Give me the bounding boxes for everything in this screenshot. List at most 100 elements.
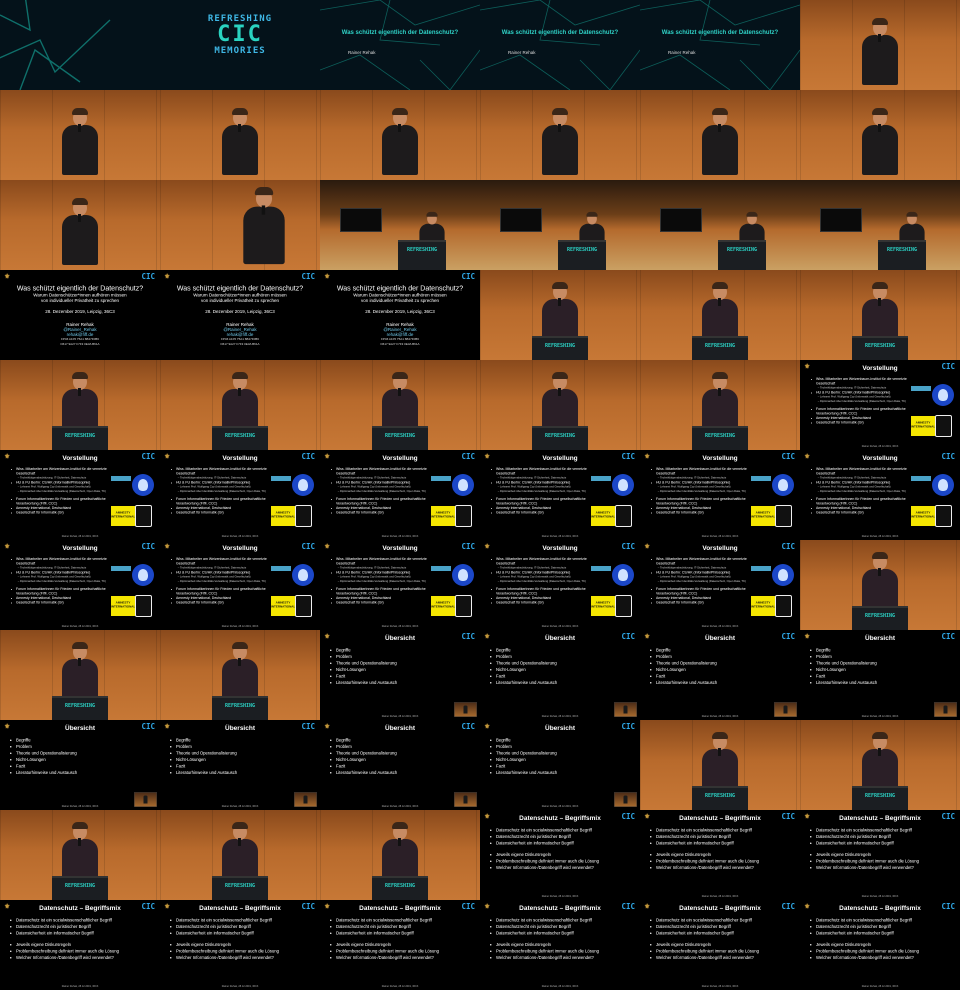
ccc-logo-icon: CIC — [301, 272, 315, 281]
begriffsmix-slide-frame: ⚜ CIC Datenschutz – Begriffsmix Datensch… — [320, 900, 480, 990]
lectern-label: REFRESHING — [224, 703, 256, 709]
fiff-badge-icon — [132, 474, 154, 496]
list-item: Wiss. Mitarbeiter am Weizenbaum-Institut… — [656, 557, 751, 566]
intro-frame-title: Was schützt eigentlich der Datenschutz? … — [480, 0, 640, 90]
amnesty-logo-icon: AMNESTY INTERNATIONAL — [591, 506, 615, 526]
ccc-logo-icon: CIC — [461, 272, 475, 281]
list-item: Wiss. Mitarbeiter am Weizenbaum-Institut… — [816, 377, 911, 386]
slide-title: Vorstellung — [862, 454, 898, 462]
lectern-label: REFRESHING — [886, 247, 918, 253]
list-item: Gesellschaft für Informatik (GI) — [176, 601, 271, 606]
lectern-label: REFRESHING — [864, 793, 896, 799]
slide-title: Datenschutz – Begriffsmix — [679, 904, 761, 912]
talk-author: Rainer Rehak — [668, 50, 696, 55]
amnesty-logo-icon: AMNESTY INTERNATIONAL — [271, 506, 295, 526]
speaker — [241, 187, 287, 265]
lectern: REFRESHING — [852, 606, 908, 630]
microphone-icon — [78, 658, 81, 666]
slide-title: Vorstellung — [382, 544, 418, 552]
lectern: REFRESHING — [212, 426, 268, 450]
list-item: Forum InformatikerInnen für Frieden und … — [656, 497, 751, 506]
list-item: Datensicherheit ein informatischer Begri… — [496, 840, 599, 847]
fiff-badge-icon — [772, 474, 794, 496]
intro-frame-dark — [0, 0, 160, 90]
speaker — [60, 108, 100, 175]
amnesty-logo-icon: AMNESTY INTERNATIONAL — [911, 506, 935, 526]
lectern: REFRESHING — [852, 786, 908, 810]
slide-bullets: Wiss. Mitarbeiter am Weizenbaum-Institut… — [811, 377, 911, 425]
list-item: Forum InformatikerInnen für Frieden und … — [176, 497, 271, 506]
list-item: Welcher Informations-/Datenbegriff wird … — [656, 955, 759, 962]
amnesty-logo-icon: AMNESTY INTERNATIONAL — [111, 596, 135, 616]
intro-frame-title: Was schützt eigentlich der Datenschutz? … — [640, 0, 800, 90]
organization-logos: AMNESTY INTERNATIONAL — [271, 474, 316, 529]
lectern: REFRESHING — [692, 336, 748, 360]
microphone-icon — [78, 838, 81, 846]
fiff-badge-icon — [292, 474, 314, 496]
list-item: Literaturhinweise und Austausch — [336, 680, 397, 687]
slide-bullets: Datenschutz ist ein sozialwissenschaftli… — [651, 827, 759, 871]
gi-logo-icon — [935, 505, 952, 527]
microphone-icon — [238, 838, 241, 846]
microphone-icon — [78, 124, 81, 132]
stage-wide-frame: REFRESHING — [640, 180, 800, 270]
gi-logo-icon — [455, 595, 472, 617]
list-item: Forum InformatikerInnen für Frieden und … — [16, 587, 111, 596]
list-item: Diplomarbeit über Identitäts-Verwaltung … — [500, 490, 595, 495]
begriffsmix-slide-frame: ⚜ CIC Datenschutz – Begriffsmix Datensch… — [160, 900, 320, 990]
list-item: Datensicherheit ein informatischer Begri… — [816, 840, 919, 847]
slide-bullets: Wiss. Mitarbeiter am Weizenbaum-Institut… — [651, 557, 751, 605]
organization-logos: AMNESTY INTERNATIONAL — [751, 474, 796, 529]
organization-logos: AMNESTY INTERNATIONAL — [271, 564, 316, 619]
slide-author-block: Rainer Rehak @Rainer_Rehak rehak@fiff.de… — [320, 322, 480, 347]
slide-bullets: Datenschutz ist ein sozialwissenschaftli… — [331, 917, 439, 961]
amnesty-logo-icon: AMNESTY INTERNATIONAL — [751, 596, 775, 616]
organization-logos: AMNESTY INTERNATIONAL — [111, 474, 156, 529]
slide-footer: Rainer Rehak, 28.12.2019, 36C3 — [541, 895, 579, 898]
list-item: Literaturhinweise und Austausch — [496, 770, 557, 777]
speaker-podium-frame: REFRESHING — [160, 360, 320, 450]
slide-bullets: Wiss. Mitarbeiter am Weizenbaum-Institut… — [331, 557, 431, 605]
gi-logo-icon — [295, 505, 312, 527]
list-item: Diplomarbeit über Identitäts-Verwaltung … — [180, 490, 275, 495]
list-item: Gesellschaft für Informatik (GI) — [336, 511, 431, 516]
slide-title: Vorstellung — [542, 454, 578, 462]
pgp-key-line-2: D617 9A27 F7F3 0E3A B61A — [220, 343, 260, 346]
uebersicht-slide-frame: ⚜ CIC Übersicht Begriffe Problem Theorie… — [640, 630, 800, 720]
list-item: Forum InformatikerInnen für Frieden und … — [496, 497, 591, 506]
slide-bullets: Datenschutz ist ein sozialwissenschaftli… — [811, 917, 919, 961]
microphone-icon — [398, 838, 401, 846]
microphone-icon — [261, 205, 266, 215]
microphone-icon — [78, 214, 81, 222]
lectern: REFRESHING — [852, 336, 908, 360]
list-item: Wiss. Mitarbeiter am Weizenbaum-Institut… — [336, 467, 431, 476]
slide-footer: Rainer Rehak, 28.12.2019, 36C3 — [221, 985, 259, 988]
list-item: Forum InformatikerInnen für Frieden und … — [16, 497, 111, 506]
lectern-label: REFRESHING — [544, 343, 576, 349]
slide-bullets: Wiss. Mitarbeiter am Weizenbaum-Institut… — [11, 557, 111, 605]
uebersicht-slide-frame: ⚜ CIC Übersicht Begriffe Problem Theorie… — [480, 720, 640, 810]
gi-logo-icon — [775, 595, 792, 617]
slide-title: Was schützt eigentlich der Datenschutz? — [336, 284, 464, 292]
microphone-icon — [78, 388, 81, 396]
list-item: Diplomarbeit über Identitäts-Verwaltung … — [820, 400, 915, 405]
list-item: Wiss. Mitarbeiter am Weizenbaum-Institut… — [816, 467, 911, 476]
slide-title: Vorstellung — [702, 454, 738, 462]
slide-title: Vorstellung — [702, 544, 738, 552]
slide-bullets: Wiss. Mitarbeiter am Weizenbaum-Institut… — [811, 467, 911, 515]
speaker-podium-frame: REFRESHING — [160, 810, 320, 900]
vorstellung-slide-frame: ⚜ CIC Vorstellung Wiss. Mitarbeiter am W… — [160, 540, 320, 630]
lectern: REFRESHING — [718, 240, 766, 270]
begriffsmix-slide-frame: ⚜ CIC Datenschutz – Begriffsmix Datensch… — [640, 810, 800, 900]
microphone-icon — [238, 658, 241, 666]
fiff-badge-icon — [612, 474, 634, 496]
lectern-label: REFRESHING — [384, 883, 416, 889]
list-item: Forum InformatikerInnen für Frieden und … — [816, 497, 911, 506]
lectern: REFRESHING — [212, 696, 268, 720]
slide-title: Datenschutz – Begriffsmix — [839, 904, 921, 912]
uebersicht-slide-frame: ⚜ CIC Übersicht Begriffe Problem Theorie… — [320, 720, 480, 810]
weizenbaum-logo-icon — [271, 566, 291, 571]
slide-footer: Rainer Rehak, 28.12.2019, 36C3 — [701, 895, 739, 898]
weizenbaum-logo-icon — [591, 566, 611, 571]
list-item: Forum InformatikerInnen für Frieden und … — [336, 587, 431, 596]
